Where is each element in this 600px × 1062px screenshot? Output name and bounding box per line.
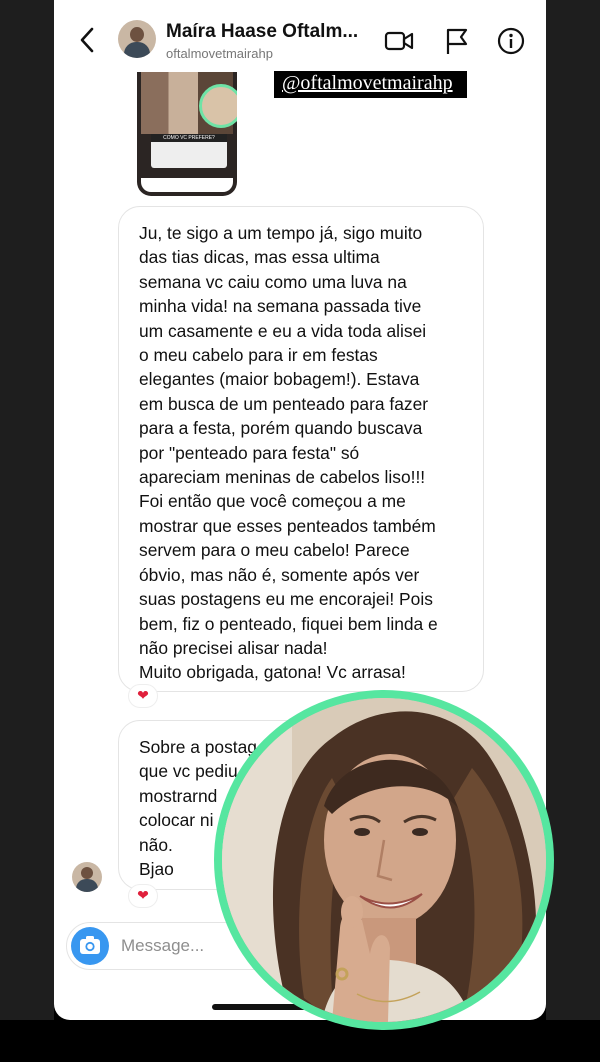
camera-icon (80, 936, 100, 954)
video-call-icon (384, 31, 414, 51)
contact-name[interactable]: Maíra Haase Oftalm... (166, 21, 358, 43)
video-reaction-image (222, 698, 546, 1022)
avatar-head (130, 27, 144, 42)
shared-post-thumbnail[interactable]: COMO VC PREFERE? (137, 72, 237, 196)
back-chevron-icon (80, 27, 94, 53)
avatar[interactable] (118, 20, 156, 58)
right-background (546, 0, 600, 1020)
left-background (0, 0, 54, 1020)
message-text: Ju, te sigo a um tempo já, sigo muito da… (139, 223, 438, 683)
video-reaction-bubble (214, 690, 554, 1030)
info-button[interactable] (496, 26, 526, 56)
thumbnail-poll-caption: COMO VC PREFERE? (151, 134, 227, 142)
video-call-button[interactable] (384, 26, 414, 56)
thumbnail-story-ring (199, 84, 237, 128)
avatar-body (124, 42, 150, 58)
heart-icon: ❤ (137, 887, 149, 903)
heart-icon: ❤ (137, 687, 149, 703)
heart-reaction[interactable]: ❤ (128, 684, 158, 708)
back-button[interactable] (74, 24, 102, 56)
report-button[interactable] (442, 26, 472, 56)
thumbnail-poll-card: COMO VC PREFERE? (151, 134, 227, 168)
thumbnail-nav-bar (141, 178, 233, 192)
username-tag[interactable]: @oftalmovetmairahp (274, 71, 467, 98)
camera-button[interactable] (71, 927, 109, 965)
avatar-head (81, 867, 93, 879)
info-icon (497, 27, 525, 55)
avatar-body (76, 879, 98, 892)
message-bubble[interactable]: Ju, te sigo a um tempo já, sigo muito da… (118, 206, 484, 692)
heart-reaction[interactable]: ❤ (128, 884, 158, 908)
chat-header: Maíra Haase Oftalm... oftalmovetmairahp (54, 0, 546, 78)
contact-username[interactable]: oftalmovetmairahp (166, 46, 273, 61)
sender-avatar[interactable] (72, 862, 102, 892)
video-reaction-frame (222, 698, 546, 1022)
flag-icon (446, 28, 468, 54)
